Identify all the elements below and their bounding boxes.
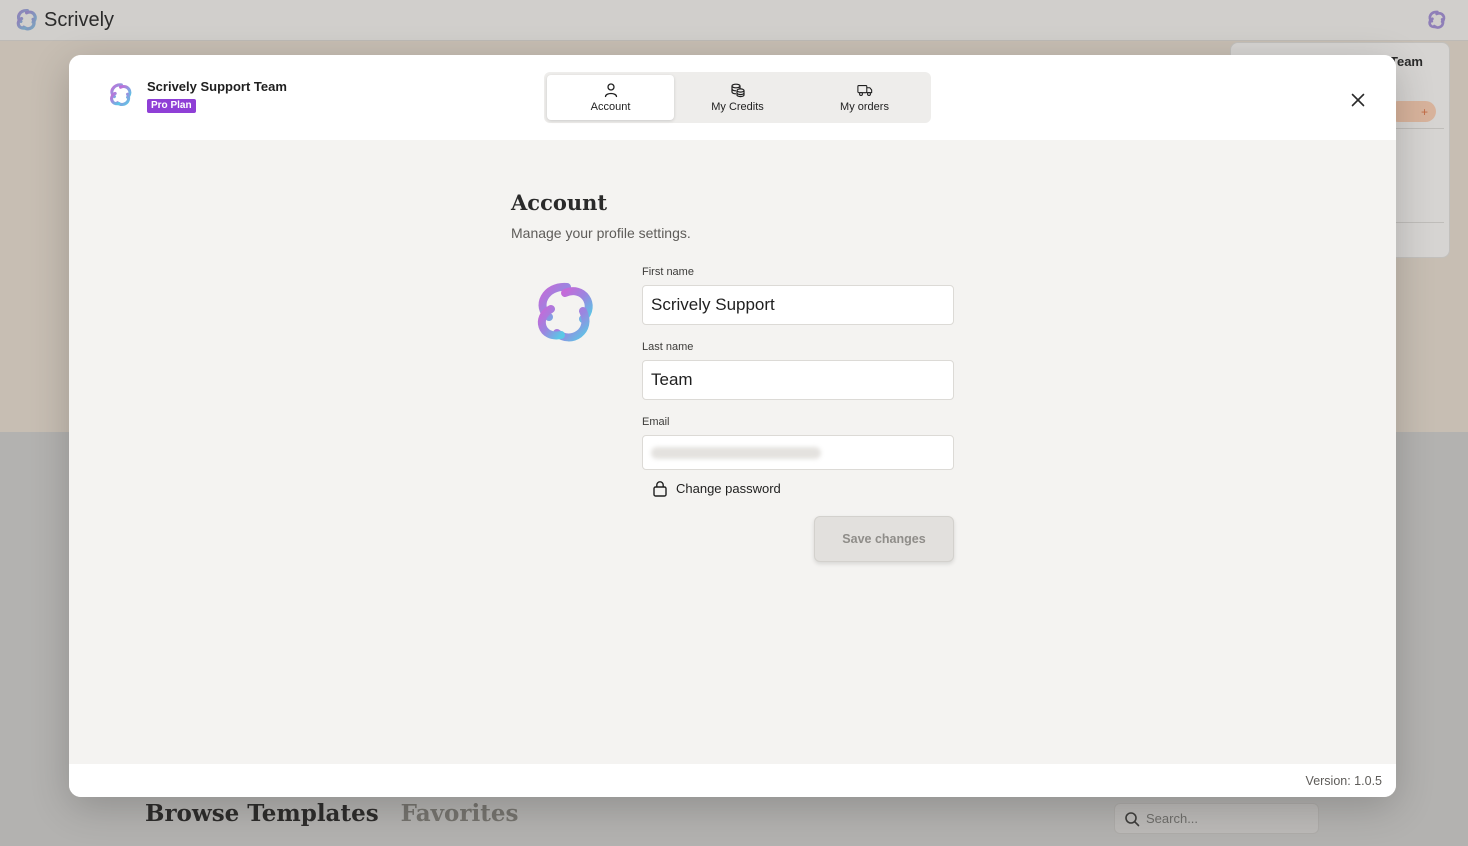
last-name-field[interactable]: Team <box>642 360 954 400</box>
user-info: Scrively Support Team Pro Plan <box>107 79 287 113</box>
tab-label: My orders <box>840 101 889 113</box>
user-menu-logo-icon[interactable] <box>1426 9 1448 31</box>
profile-form: First name Scrively Support Last name Te… <box>642 266 954 562</box>
page-title: Account <box>511 190 608 215</box>
truck-icon <box>856 85 872 96</box>
tab-label: My Credits <box>711 101 764 113</box>
modal-footer: Version: 1.0.5 <box>69 764 1396 797</box>
close-button[interactable] <box>1346 88 1370 112</box>
dropdown-divider <box>1396 128 1444 129</box>
user-icon <box>604 83 617 98</box>
version-label: Version: 1.0.5 <box>1305 774 1382 788</box>
modal-header: Scrively Support Team Pro Plan Account M… <box>69 55 1396 140</box>
close-icon <box>1351 93 1365 107</box>
account-section-header: Account Manage your profile settings. <box>511 190 961 241</box>
tab-account[interactable]: Account <box>547 75 674 120</box>
tab-browse-templates[interactable]: Browse Templates <box>145 800 379 827</box>
email-value-redacted <box>651 446 821 459</box>
search-input[interactable]: Search... <box>1114 803 1319 834</box>
plus-icon: + <box>1420 104 1428 119</box>
template-tabs: Browse Templates Favorites <box>145 800 518 827</box>
first-name-label: First name <box>642 266 694 278</box>
save-changes-button[interactable]: Save changes <box>814 516 954 562</box>
last-name-label: Last name <box>642 341 694 353</box>
search-icon <box>1125 811 1140 826</box>
tab-my-credits[interactable]: My Credits <box>674 75 801 120</box>
email-label: Email <box>642 416 670 428</box>
app-topbar: Scrively <box>0 0 1468 41</box>
account-modal: Scrively Support Team Pro Plan Account M… <box>69 55 1396 797</box>
user-name: Scrively Support Team <box>147 79 287 94</box>
plan-badge: Pro Plan <box>147 99 196 113</box>
tab-label: Account <box>590 101 631 113</box>
app-logo[interactable]: Scrively <box>14 7 114 33</box>
page-subtitle: Manage your profile settings. <box>511 225 691 241</box>
change-password-link[interactable]: Change password <box>652 480 954 497</box>
coins-icon <box>730 83 745 98</box>
app-name: Scrively <box>44 8 115 31</box>
lock-icon <box>653 481 667 497</box>
search-placeholder: Search... <box>1146 811 1199 826</box>
user-avatar-logo-icon <box>110 83 132 107</box>
change-password-label: Change password <box>676 481 781 496</box>
email-field[interactable] <box>642 435 954 470</box>
profile-avatar-logo-icon[interactable] <box>531 277 601 349</box>
first-name-field[interactable]: Scrively Support <box>642 285 954 325</box>
tab-favorites[interactable]: Favorites <box>401 800 519 827</box>
dropdown-divider <box>1396 222 1444 223</box>
settings-tabs: Account My Credits My orders <box>544 72 931 123</box>
scrively-logo-icon <box>16 8 37 31</box>
tab-my-orders[interactable]: My orders <box>801 75 928 120</box>
